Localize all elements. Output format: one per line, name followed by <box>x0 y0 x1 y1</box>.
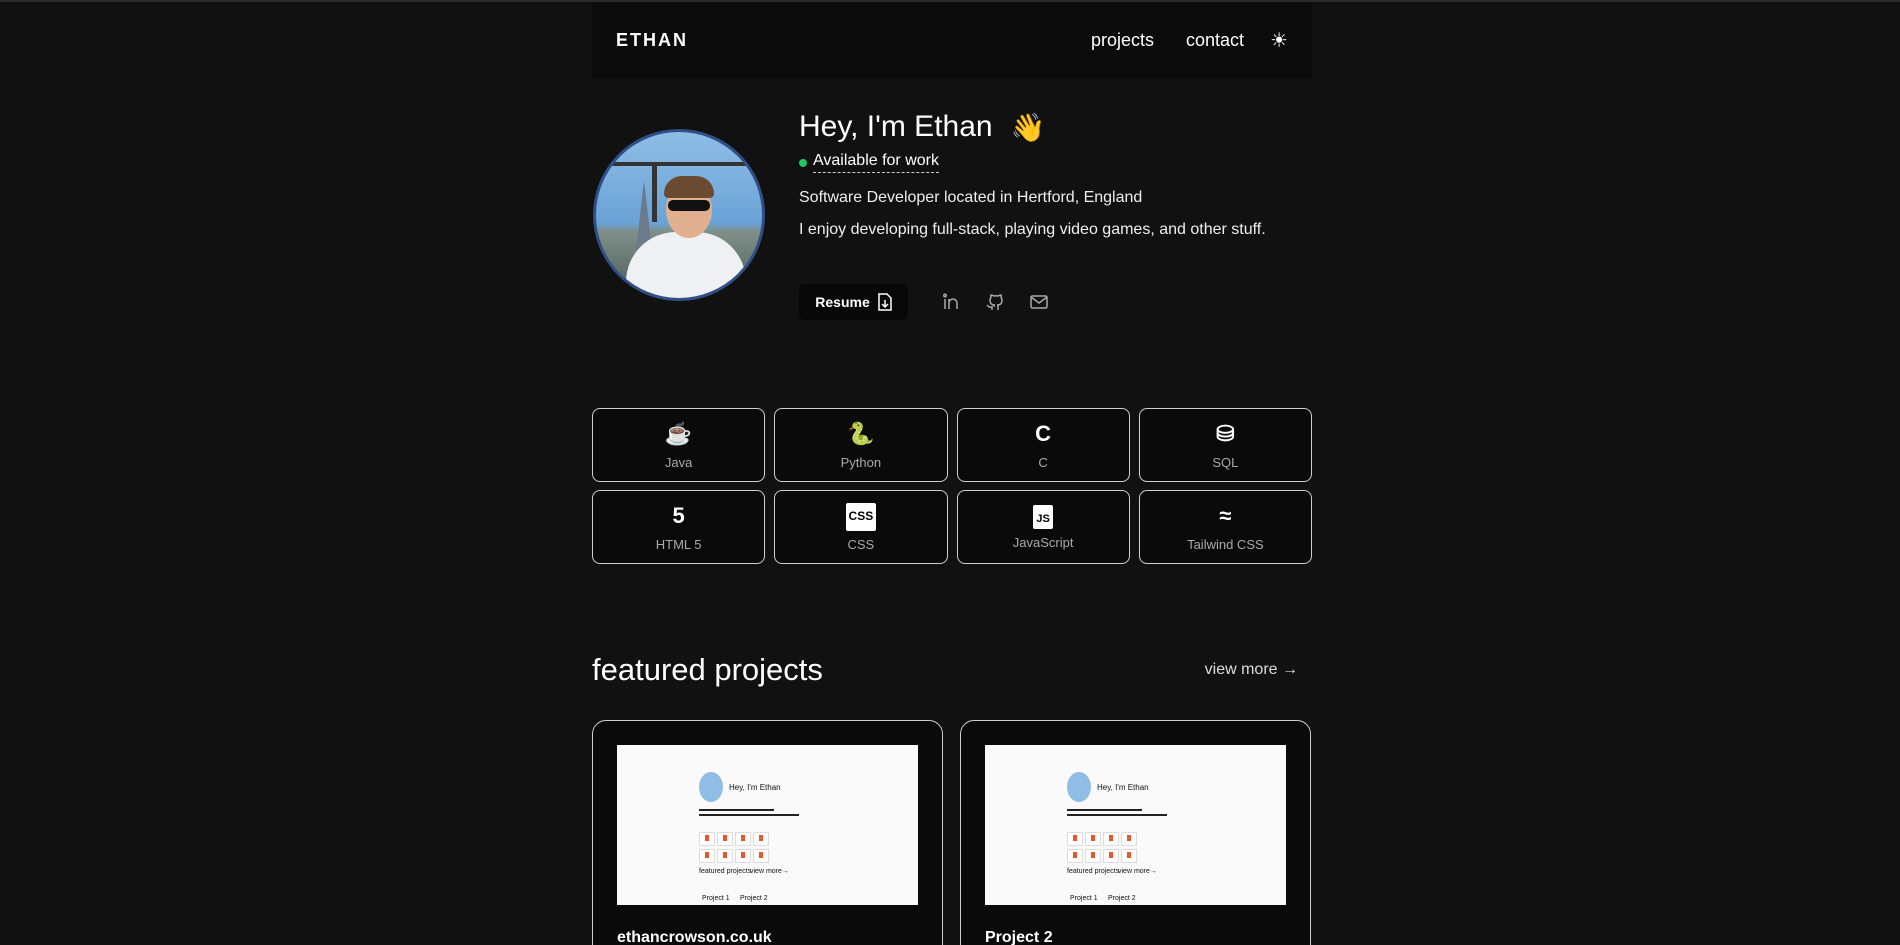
nav-projects[interactable]: projects <box>1091 30 1154 51</box>
css-icon: CSS <box>845 502 877 531</box>
nav-contact[interactable]: contact <box>1186 30 1244 51</box>
skill-java: ☕ Java <box>592 408 766 482</box>
project-title: ethancrowson.co.uk <box>617 929 772 945</box>
skills-grid: ☕ Java 🐍 Python CC ⛁ SQL 5 HTML 5 CSS CSS JS J… <box>592 408 1312 564</box>
sun-icon[interactable]: ☀ <box>1270 28 1288 53</box>
tailwind-icon: ≈ <box>1219 502 1232 528</box>
avatar <box>593 129 765 301</box>
project-preview-image: Hey, I'm Ethan featured projects view mo… <box>617 745 918 905</box>
navbar: ETHAN projects contact ☀ <box>592 2 1312 78</box>
project-card[interactable]: Hey, I'm Ethan featured projects view mo… <box>592 720 943 945</box>
hero: Hey, I'm Ethan 👋 Available for work Softw… <box>799 110 1266 239</box>
location-text: Software Developer located in Hertford, … <box>799 189 1143 206</box>
javascript-icon: JS <box>1033 504 1053 529</box>
file-download-icon <box>877 293 892 311</box>
python-icon: 🐍 <box>847 420 875 446</box>
section-title: featured projects <box>592 652 823 687</box>
github-icon[interactable] <box>984 291 1006 313</box>
skill-sql: ⛁ SQL <box>1138 408 1312 482</box>
project-title: Project 2 <box>985 929 1053 945</box>
resume-button[interactable]: Resume <box>799 284 908 320</box>
c-icon: C <box>1035 420 1052 446</box>
hero-actions: Resume <box>799 284 1050 320</box>
view-more-link[interactable]: view more → <box>1205 661 1298 679</box>
linkedin-icon[interactable] <box>940 291 962 313</box>
mail-icon[interactable] <box>1028 291 1050 313</box>
page-title: Hey, I'm Ethan 👋 <box>799 110 1046 143</box>
project-cards: Hey, I'm Ethan featured projects view mo… <box>592 720 1312 945</box>
skill-python: 🐍 Python <box>774 408 948 482</box>
html5-icon: 5 <box>672 502 685 528</box>
status-badge: Available for work <box>799 152 1266 173</box>
skill-html: 5 HTML 5 <box>592 490 766 564</box>
featured-header: featured projects view more → <box>592 652 1312 688</box>
java-icon: ☕ <box>664 420 693 446</box>
wave-emoji: 👋 <box>1010 111 1046 143</box>
bio-text: I enjoy developing full-stack, playing v… <box>799 221 1266 238</box>
skill-c: CC <box>956 408 1130 482</box>
status-dot <box>799 158 807 167</box>
database-icon: ⛁ <box>1216 420 1235 446</box>
skill-javascript: JS JavaScript <box>956 490 1130 564</box>
project-card[interactable]: Hey, I'm Ethan featured projects view mo… <box>960 720 1311 945</box>
skill-tailwind: ≈ Tailwind CSS <box>1138 490 1312 564</box>
logo[interactable]: ETHAN <box>616 30 1059 51</box>
project-preview-image: Hey, I'm Ethan featured projects view mo… <box>985 745 1286 905</box>
skill-css: CSS CSS <box>774 490 948 564</box>
